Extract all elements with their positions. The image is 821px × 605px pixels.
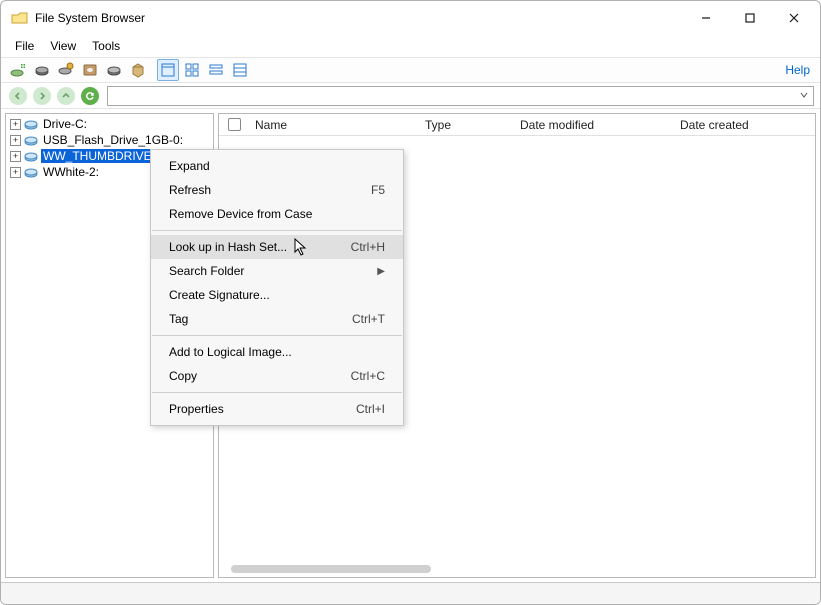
ctx-refresh[interactable]: RefreshF5 (151, 178, 403, 202)
menubar: File View Tools (1, 35, 820, 57)
tree-item-label: WWhite-2: (41, 165, 101, 179)
toolbar-disk-gear-button[interactable] (55, 59, 77, 81)
titlebar: File System Browser (1, 1, 820, 35)
drive-icon (23, 132, 39, 148)
ctx-tag[interactable]: TagCtrl+T (151, 307, 403, 331)
help-link[interactable]: Help (781, 63, 814, 77)
toolbar-view-details-button[interactable] (229, 59, 251, 81)
drive-icon (23, 164, 39, 180)
tree-expand-icon[interactable]: + (10, 151, 21, 162)
tree-item-drive-c[interactable]: + Drive-C: (6, 116, 213, 132)
column-header-date-modified[interactable]: Date modified (514, 118, 674, 132)
ctx-expand[interactable]: Expand (151, 154, 403, 178)
nav-forward-button[interactable] (31, 85, 53, 107)
column-header-name[interactable]: Name (249, 118, 419, 132)
tree-expand-icon[interactable]: + (10, 167, 21, 178)
maximize-button[interactable] (728, 3, 772, 33)
ctx-create-signature[interactable]: Create Signature... (151, 283, 403, 307)
list-header: Name Type Date modified Date created (219, 114, 815, 136)
app-icon (11, 9, 29, 27)
ctx-separator (152, 335, 402, 336)
tree-item-label: Drive-C: (41, 117, 89, 131)
ctx-add-logical-image[interactable]: Add to Logical Image... (151, 340, 403, 364)
submenu-arrow-icon: ▶ (377, 266, 385, 277)
minimize-button[interactable] (684, 3, 728, 33)
ctx-separator (152, 230, 402, 231)
toolbar-view-large-button[interactable] (157, 59, 179, 81)
address-drop-icon[interactable] (799, 89, 809, 103)
horizontal-scrollbar[interactable] (231, 565, 431, 573)
toolbar-view-list-button[interactable] (205, 59, 227, 81)
app-window: File System Browser File View Tools Help (0, 0, 821, 605)
context-menu: Expand RefreshF5 Remove Device from Case… (150, 149, 404, 426)
ctx-properties[interactable]: PropertiesCtrl+I (151, 397, 403, 421)
toolbar-disk2-button[interactable] (103, 59, 125, 81)
nav-row (1, 83, 820, 109)
close-button[interactable] (772, 3, 816, 33)
tree-expand-icon[interactable]: + (10, 119, 21, 130)
window-title: File System Browser (35, 11, 145, 25)
column-header-type[interactable]: Type (419, 118, 514, 132)
nav-up-button[interactable] (55, 85, 77, 107)
ctx-lookup-hash[interactable]: Look up in Hash Set...Ctrl+H (151, 235, 403, 259)
tree-item-label: WW_THUMBDRIVE: (41, 149, 157, 163)
drive-icon (23, 148, 39, 164)
ctx-remove-device[interactable]: Remove Device from Case (151, 202, 403, 226)
tree-item-label: USB_Flash_Drive_1GB-0: (41, 133, 185, 147)
tree-item-usb-flash[interactable]: + USB_Flash_Drive_1GB-0: (6, 132, 213, 148)
toolbar-add-device-button[interactable] (7, 59, 29, 81)
nav-refresh-button[interactable] (79, 85, 101, 107)
toolbar: Help (1, 57, 820, 83)
column-header-date-created[interactable]: Date created (674, 118, 815, 132)
toolbar-box-button[interactable] (127, 59, 149, 81)
address-bar[interactable] (107, 86, 814, 106)
select-all-checkbox[interactable] (228, 118, 241, 131)
menu-tools[interactable]: Tools (84, 37, 128, 55)
menu-file[interactable]: File (7, 37, 42, 55)
drive-icon (23, 116, 39, 132)
nav-back-button[interactable] (7, 85, 29, 107)
toolbar-disk-button[interactable] (31, 59, 53, 81)
tree-expand-icon[interactable]: + (10, 135, 21, 146)
menu-view[interactable]: View (42, 37, 84, 55)
statusbar (1, 582, 820, 604)
ctx-copy[interactable]: CopyCtrl+C (151, 364, 403, 388)
toolbar-view-grid-button[interactable] (181, 59, 203, 81)
ctx-search-folder[interactable]: Search Folder▶ (151, 259, 403, 283)
body: + Drive-C: + USB_Flash_Drive_1GB-0: + WW… (1, 109, 820, 578)
ctx-separator (152, 392, 402, 393)
toolbar-image-button[interactable] (79, 59, 101, 81)
